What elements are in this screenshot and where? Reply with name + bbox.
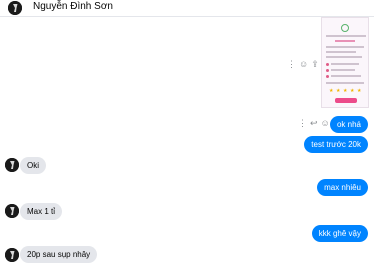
image-message-actions: ⋮ ☺ ⇪ [287, 59, 319, 69]
chat-header: Nguyễn Đình Sơn [0, 0, 374, 17]
outgoing-message[interactable]: test trước 20k [304, 136, 368, 153]
more-icon[interactable]: ⋮ [287, 59, 296, 69]
outgoing-message[interactable]: kkk ghê vậy [311, 225, 368, 242]
incoming-message[interactable]: Oki [20, 157, 46, 174]
more-icon[interactable]: ⋮ [298, 118, 307, 128]
incoming-message[interactable]: Max 1 tỉ [20, 203, 63, 220]
contact-avatar[interactable] [8, 1, 22, 15]
reply-icon[interactable]: ↩ [310, 118, 318, 128]
shared-image[interactable]: ★ ★ ★ ★ ★ [321, 17, 369, 108]
success-check-icon [341, 24, 349, 32]
message-actions: ⋮ ↩ ☺ [298, 118, 330, 128]
contact-avatar[interactable] [5, 204, 19, 218]
emoji-icon[interactable]: ☺ [321, 118, 330, 128]
outgoing-message[interactable]: ok nhá [329, 116, 368, 133]
contact-name[interactable]: Nguyễn Đình Sơn [33, 1, 113, 12]
image-cta-button [335, 98, 357, 103]
contact-avatar[interactable] [5, 248, 19, 262]
contact-avatar[interactable] [5, 158, 19, 172]
incoming-message[interactable]: 20p sau sụp nhây [20, 246, 98, 263]
outgoing-message[interactable]: max nhiêu [317, 179, 368, 196]
emoji-icon[interactable]: ☺ [299, 59, 308, 69]
share-icon[interactable]: ⇪ [311, 59, 319, 69]
